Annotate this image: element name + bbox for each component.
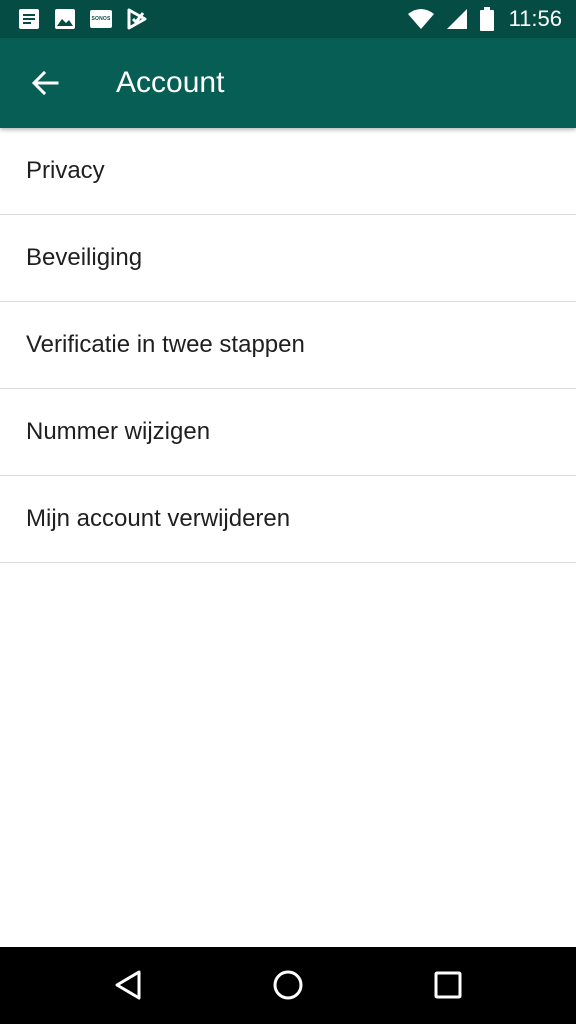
back-triangle-icon — [115, 970, 141, 1000]
nav-recents-button[interactable] — [426, 965, 470, 1005]
checkmark-app-icon — [127, 8, 147, 30]
sonos-label: SONOS — [91, 16, 111, 22]
home-circle-icon — [273, 970, 303, 1000]
clock: 11:56 — [508, 6, 562, 31]
list-item-change-number[interactable]: Nummer wijzigen — [0, 389, 576, 476]
list-item-label: Nummer wijzigen — [26, 418, 211, 445]
wifi-icon — [407, 9, 434, 29]
back-button[interactable] — [22, 60, 68, 106]
system-status: 11:56 — [407, 4, 562, 34]
list-item-label: Privacy — [26, 157, 105, 184]
list-item-label: Mijn account verwijderen — [26, 505, 291, 532]
list-item-label: Verificatie in twee stappen — [26, 331, 305, 358]
navigation-bar — [0, 947, 576, 1024]
page-title: Account — [116, 66, 225, 99]
nav-back-button[interactable] — [106, 965, 150, 1005]
list-item-label: Beveiliging — [26, 244, 143, 271]
list-item-delete-account[interactable]: Mijn account verwijderen — [0, 476, 576, 563]
battery-icon — [479, 7, 494, 31]
list-item-privacy[interactable]: Privacy — [0, 128, 576, 215]
arrow-left-icon — [31, 70, 59, 96]
account-settings-list: Privacy Beveiliging Verificatie in twee … — [0, 128, 576, 563]
app-toolbar: Account — [0, 38, 576, 128]
notes-icon — [19, 9, 39, 29]
list-item-two-step-verification[interactable]: Verificatie in twee stappen — [0, 302, 576, 389]
notification-icons: SONOS — [18, 7, 148, 31]
recents-square-icon — [434, 971, 462, 999]
nav-home-button[interactable] — [266, 965, 310, 1005]
image-icon — [55, 9, 75, 29]
signal-icon — [446, 9, 467, 29]
status-bar: SONOS 11:56 — [0, 0, 576, 38]
sonos-icon: SONOS — [90, 10, 112, 28]
list-item-security[interactable]: Beveiliging — [0, 215, 576, 302]
